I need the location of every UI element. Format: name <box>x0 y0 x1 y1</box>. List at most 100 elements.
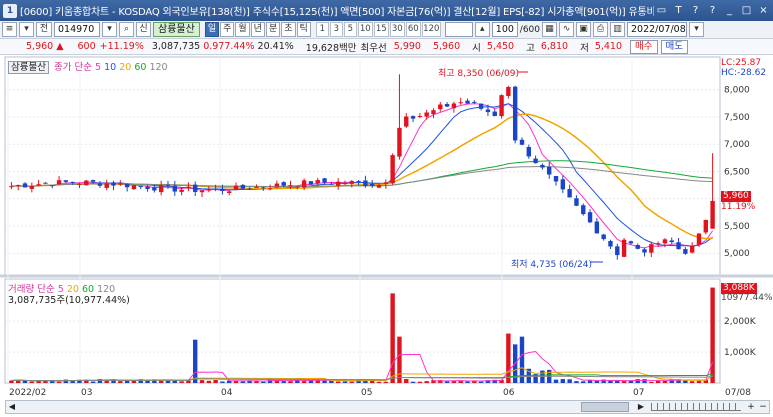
print-icon[interactable]: ⎙ <box>593 22 608 37</box>
interval-1[interactable]: 1 <box>315 22 329 37</box>
interval-120[interactable]: 120 <box>421 22 441 37</box>
turnover-rate: 20.41% <box>257 41 294 52</box>
candle-body <box>376 184 382 188</box>
restore-icon[interactable]: ▭ <box>654 3 669 18</box>
indicator-icon[interactable]: ∿ <box>559 22 574 37</box>
candle-body <box>131 185 137 190</box>
interval-30[interactable]: 30 <box>389 22 405 37</box>
tab-second[interactable]: 초 <box>281 22 296 37</box>
zoom-out-icon[interactable]: − <box>757 402 769 412</box>
stock-name-label: 삼륭물산 <box>153 22 200 37</box>
candle-body <box>233 185 239 190</box>
price-tick-label: 5,000 <box>724 249 750 259</box>
candle-body <box>335 181 341 186</box>
date-dropdown-icon[interactable]: ▾ <box>689 22 704 37</box>
candle-body <box>526 146 531 157</box>
interval-custom-input[interactable] <box>444 22 473 37</box>
interval-5[interactable]: 5 <box>343 22 357 37</box>
volume-bar <box>322 380 327 383</box>
chart-scrollbar[interactable]: ◀ ▶ + − <box>5 400 770 414</box>
minimize-icon[interactable]: _ <box>722 3 737 18</box>
scroll-right-icon[interactable]: ▶ <box>635 401 647 413</box>
candle-body <box>635 245 640 249</box>
volume-bar <box>655 380 661 383</box>
volume-bar <box>581 381 586 383</box>
search-icon[interactable]: ⌕ <box>119 22 134 37</box>
scroll-thumb[interactable] <box>581 402 629 412</box>
volume-bar <box>254 381 259 383</box>
ma120-label: 120 <box>149 62 168 73</box>
volume-bar <box>628 380 634 383</box>
candle-body <box>322 178 327 183</box>
help2-icon[interactable]: ? <box>705 3 720 18</box>
volume-bar <box>478 381 484 383</box>
candle-body <box>240 184 246 189</box>
date-input[interactable]: 2022/07/08 <box>627 22 687 37</box>
help-icon[interactable]: ? <box>688 3 703 18</box>
sell-button[interactable]: 매도 <box>660 39 688 54</box>
candle-body <box>390 155 395 184</box>
interval-3[interactable]: 3 <box>329 22 343 37</box>
candle-body <box>458 102 463 104</box>
tab-minute[interactable]: 분 <box>265 22 281 37</box>
volume-bar <box>553 379 559 383</box>
tab-tick[interactable]: 틱 <box>296 22 311 37</box>
candle-body <box>84 180 89 186</box>
volume-bar <box>29 381 35 383</box>
stock-code-input[interactable]: 014970 <box>54 22 100 37</box>
volume-bar <box>635 379 640 383</box>
high-price: 6,810 <box>540 41 569 52</box>
volume-bar <box>335 381 341 383</box>
candle-body <box>281 182 286 186</box>
zoom-slider[interactable] <box>651 403 741 411</box>
volume-bar <box>574 381 579 383</box>
tab-day[interactable]: 일 <box>204 22 220 37</box>
candle-body <box>499 95 504 117</box>
candle-body <box>506 86 511 96</box>
candle-body <box>404 116 409 127</box>
volume-bar <box>710 287 715 383</box>
save-icon[interactable]: ▣ <box>576 22 591 37</box>
interval-60[interactable]: 60 <box>405 22 421 37</box>
calendar-icon[interactable]: ▥ <box>610 22 625 37</box>
maximize-icon[interactable]: □ <box>739 3 754 18</box>
text-icon[interactable]: T <box>671 3 686 18</box>
volume-bar <box>390 293 395 383</box>
bar-count-input[interactable]: 100 <box>491 22 518 37</box>
volume-ma-box: 10977.44% <box>721 293 773 303</box>
close-icon[interactable]: × <box>756 3 771 18</box>
volume-bar <box>261 381 266 383</box>
chart-type-icon[interactable]: ▦ <box>542 22 557 37</box>
jeon-button[interactable]: 전 <box>36 22 52 37</box>
low-price: 5,410 <box>594 41 623 52</box>
interval-10[interactable]: 10 <box>357 22 373 37</box>
tab-year[interactable]: 년 <box>250 22 265 37</box>
sin-badge[interactable]: 신 <box>136 22 151 37</box>
candle-body <box>689 245 695 253</box>
dropdown-icon[interactable]: ▾ <box>19 22 34 37</box>
hc-label: HC:-28.62 <box>721 68 767 78</box>
volume-bar <box>615 380 620 383</box>
scroll-left-icon[interactable]: ◀ <box>6 401 18 413</box>
buy-button[interactable]: 매수 <box>630 39 658 54</box>
current-price: 5,960 <box>26 41 54 52</box>
candle-body <box>587 212 593 223</box>
price-change-pct: +11.19% <box>99 41 144 52</box>
volume-bar <box>342 381 348 383</box>
volume-bar <box>689 381 695 383</box>
spin-icon[interactable]: ▴ <box>474 22 490 37</box>
candle-body <box>485 109 491 113</box>
stock-chart-svg[interactable]: 8,0007,5007,0006,5006,0005,5005,0002,000… <box>0 55 773 417</box>
price-pane-name-tag[interactable]: 삼륭물산 <box>8 61 49 74</box>
chart-area[interactable]: 8,0007,5007,0006,5006,0005,5005,0002,000… <box>0 55 773 417</box>
price-tick-label: 7,500 <box>724 113 750 123</box>
zoom-in-icon[interactable]: + <box>745 402 757 412</box>
tab-week[interactable]: 주 <box>220 22 235 37</box>
tab-month[interactable]: 월 <box>235 22 250 37</box>
code-dropdown-icon[interactable]: ▾ <box>102 22 117 37</box>
interval-15[interactable]: 15 <box>373 22 389 37</box>
candle-body <box>608 241 613 247</box>
volume-bar <box>417 381 423 383</box>
menu-icon[interactable]: ≡ <box>2 22 17 37</box>
price-tick-label: 8,000 <box>724 86 750 96</box>
